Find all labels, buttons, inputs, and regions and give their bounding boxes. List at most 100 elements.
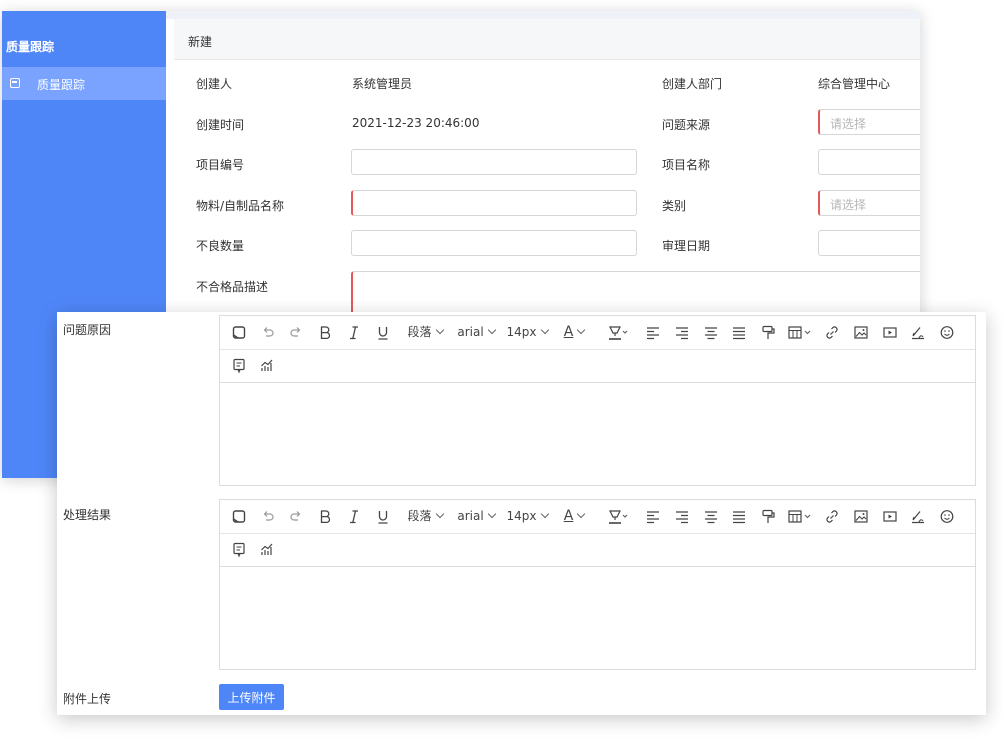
issue-source-placeholder: 请选择: [830, 117, 867, 131]
format-painter-icon[interactable]: [761, 324, 775, 341]
sidebar-title: 质量跟踪: [6, 40, 55, 54]
defect-qty-input[interactable]: [351, 230, 637, 256]
handling-result-editor: 段落 arial 14px A: [219, 499, 976, 670]
chevron-down-icon: [540, 509, 549, 519]
redo-icon[interactable]: [289, 508, 303, 525]
paragraph-select[interactable]: 段落: [404, 508, 446, 525]
align-center-icon[interactable]: [704, 508, 718, 525]
undo-icon[interactable]: [261, 508, 275, 525]
chevron-down-icon: [487, 509, 496, 519]
link-icon[interactable]: [825, 324, 839, 341]
link-icon[interactable]: [825, 508, 839, 525]
project-no-input[interactable]: [351, 149, 637, 175]
editor-toolbar: 段落 arial 14px A: [220, 500, 975, 534]
sidebar-item-quality-tracking[interactable]: 质量跟踪: [2, 67, 166, 100]
editor-toolbar-row2: [220, 349, 975, 383]
issue-cause-editor: 段落 arial 14px A: [219, 315, 976, 486]
page-header: 新建: [174, 19, 920, 60]
material-name-input[interactable]: [351, 190, 637, 216]
font-family-label: arial: [457, 509, 484, 523]
project-no-label: 项目编号: [196, 158, 245, 172]
underline-icon[interactable]: [376, 324, 390, 341]
align-left-icon[interactable]: [646, 324, 660, 341]
sidebar-item-label: 质量跟踪: [37, 78, 86, 92]
font-color-icon[interactable]: A: [558, 324, 590, 341]
creator-dept-value: 综合管理中心: [818, 77, 891, 91]
clear-icon[interactable]: [232, 324, 246, 341]
emoji-icon[interactable]: [940, 508, 954, 525]
note-icon[interactable]: [232, 541, 246, 558]
review-date-input[interactable]: [818, 230, 920, 256]
format-painter-icon[interactable]: [761, 508, 775, 525]
upload-attachment-button[interactable]: 上传附件: [219, 684, 284, 710]
font-family-select[interactable]: arial: [456, 324, 496, 341]
video-icon[interactable]: [883, 324, 897, 341]
align-center-icon[interactable]: [704, 324, 718, 341]
italic-icon[interactable]: [347, 508, 361, 525]
italic-icon[interactable]: [347, 324, 361, 341]
project-name-label: 项目名称: [662, 158, 711, 172]
chevron-down-icon: [487, 325, 496, 335]
image-icon[interactable]: [854, 508, 868, 525]
font-size-select[interactable]: 14px: [506, 508, 549, 525]
font-family-label: arial: [457, 325, 484, 339]
paragraph-select-label: 段落: [407, 325, 432, 339]
category-select[interactable]: 请选择: [818, 190, 920, 216]
paragraph-select[interactable]: 段落: [404, 324, 446, 341]
handling-result-label: 处理结果: [63, 508, 112, 522]
nonconform-desc-label: 不合格品描述: [196, 280, 269, 294]
video-icon[interactable]: [883, 508, 897, 525]
issue-source-select[interactable]: 请选择: [818, 109, 920, 135]
underline-icon[interactable]: [376, 508, 390, 525]
review-date-label: 审理日期: [662, 239, 711, 253]
font-size-label: 14px: [506, 325, 537, 339]
category-placeholder: 请选择: [830, 198, 867, 212]
font-size-select[interactable]: 14px: [506, 324, 549, 341]
align-right-icon[interactable]: [675, 324, 689, 341]
redo-icon[interactable]: [289, 324, 303, 341]
emoji-icon[interactable]: [940, 324, 954, 341]
align-right-icon[interactable]: [675, 508, 689, 525]
front-window: 问题原因 段落 arial 14px A 处理结果 段落 arial 14px …: [57, 312, 986, 715]
chart-icon[interactable]: [260, 357, 274, 374]
editor-toolbar: 段落 arial 14px A: [220, 316, 975, 350]
defect-qty-label: 不良数量: [196, 239, 245, 253]
created-time-label: 创建时间: [196, 118, 245, 132]
category-label: 类别: [662, 199, 687, 213]
project-name-input[interactable]: [818, 149, 920, 175]
chart-icon[interactable]: [260, 541, 274, 558]
paragraph-select-label: 段落: [407, 509, 432, 523]
bold-icon[interactable]: [318, 508, 332, 525]
highlight-icon[interactable]: [601, 508, 635, 525]
font-size-label: 14px: [506, 509, 537, 523]
creator-label: 创建人: [196, 77, 233, 91]
image-icon[interactable]: [854, 324, 868, 341]
justify-icon[interactable]: [732, 324, 746, 341]
attachment-label: 附件上传: [63, 692, 112, 706]
chevron-down-icon: [435, 325, 444, 335]
justify-icon[interactable]: [732, 508, 746, 525]
font-color-icon[interactable]: A: [558, 508, 590, 525]
undo-icon[interactable]: [261, 324, 275, 341]
created-time-value: 2021-12-23 20:46:00: [352, 116, 480, 130]
bold-icon[interactable]: [318, 324, 332, 341]
issue-source-label: 问题来源: [662, 118, 711, 132]
chevron-down-icon: [577, 509, 586, 519]
font-color-letter: A: [563, 324, 574, 340]
table-icon[interactable]: [788, 508, 814, 525]
note-icon[interactable]: [232, 357, 246, 374]
chevron-down-icon: [435, 509, 444, 519]
signature-icon[interactable]: [911, 324, 925, 341]
editor-toolbar-row2: [220, 533, 975, 567]
highlight-icon[interactable]: [601, 324, 635, 341]
align-left-icon[interactable]: [646, 508, 660, 525]
creator-dept-label: 创建人部门: [662, 77, 723, 91]
signature-icon[interactable]: [911, 508, 925, 525]
clear-icon[interactable]: [232, 508, 246, 525]
creator-value: 系统管理员: [352, 77, 413, 91]
content-top-strip: [166, 11, 920, 19]
table-icon[interactable]: [788, 324, 814, 341]
font-family-select[interactable]: arial: [456, 508, 496, 525]
calendar-icon: [10, 78, 20, 88]
chevron-down-icon: [540, 325, 549, 335]
